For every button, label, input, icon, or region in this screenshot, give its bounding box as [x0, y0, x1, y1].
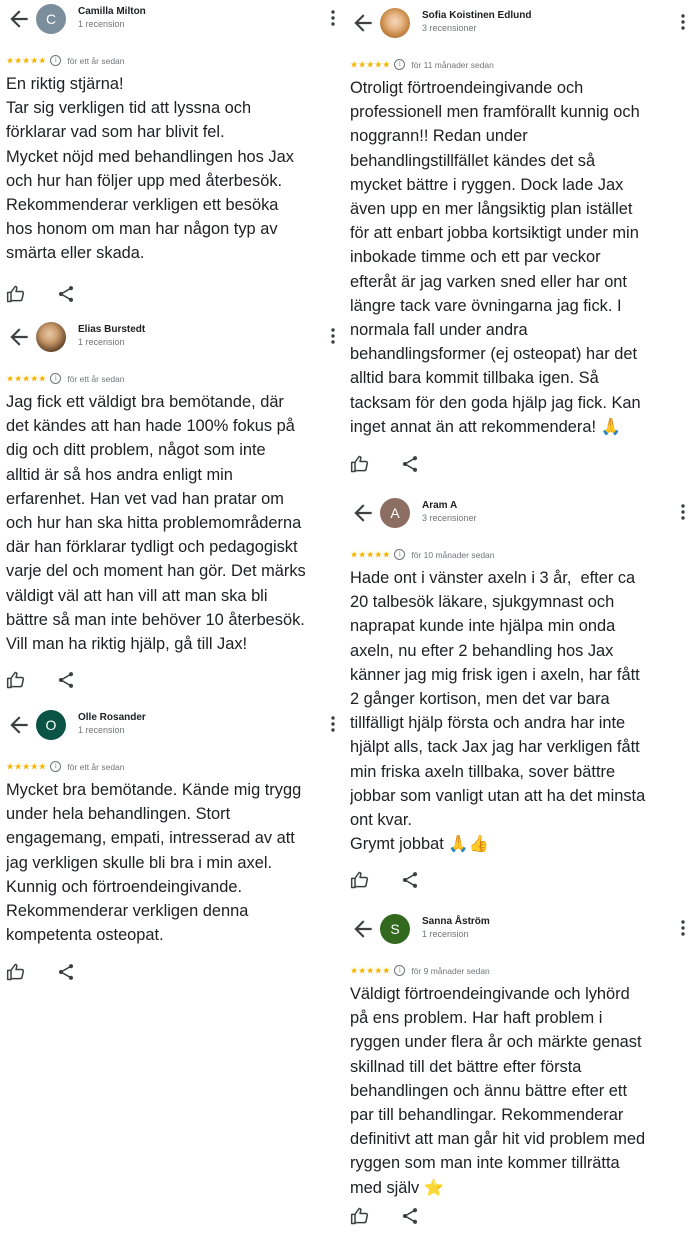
- info-icon[interactable]: i: [394, 549, 406, 561]
- review-actions: [350, 1206, 470, 1230]
- more-vert-icon[interactable]: [326, 326, 340, 346]
- review-header: O Olle Rosander 1 recension: [6, 706, 340, 746]
- review-time: för ett år sedan: [67, 373, 125, 384]
- review-time: för 10 månader sedan: [411, 549, 495, 560]
- review-card: A Aram A 3 recensioner ★★★★★ i för 10 måna…: [350, 494, 690, 894]
- thumb-up-icon[interactable]: [6, 284, 26, 304]
- more-vert-icon[interactable]: [326, 8, 340, 28]
- arrow-left-icon[interactable]: [6, 324, 32, 350]
- review-card: C Camilla Milton 1 recension ★★★★★ i för e…: [6, 0, 340, 310]
- info-icon[interactable]: i: [50, 373, 62, 385]
- review-time: för 11 månader sedan: [411, 59, 494, 70]
- share-icon[interactable]: [400, 1206, 420, 1226]
- arrow-left-icon[interactable]: [350, 500, 376, 526]
- review-count: 3 recensioner: [422, 513, 477, 523]
- info-icon[interactable]: i: [50, 761, 62, 773]
- review-count: 1 recension: [422, 929, 469, 939]
- arrow-left-icon[interactable]: [350, 10, 376, 36]
- review-text: Jag fick ett väldigt bra bemötande, där …: [6, 393, 306, 654]
- review-header: S Sanna Åström 1 recension: [350, 910, 690, 950]
- thumb-up-icon[interactable]: [350, 870, 370, 890]
- star-rating: ★★★★★: [6, 761, 47, 772]
- share-icon[interactable]: [400, 870, 420, 890]
- thumb-up-icon[interactable]: [350, 1206, 370, 1226]
- avatar[interactable]: A: [380, 498, 410, 528]
- review-card: O Olle Rosander 1 recension ★★★★★ i för et…: [6, 706, 340, 986]
- star-rating: ★★★★★: [6, 55, 47, 66]
- reviewer-name[interactable]: Aram A: [422, 500, 457, 511]
- review-card: Sofia Koistinen Edlund 3 recensioner ★★★…: [350, 4, 690, 482]
- arrow-left-icon[interactable]: [6, 712, 32, 738]
- info-icon[interactable]: i: [50, 55, 62, 67]
- review-meta: ★★★★★ i för ett år sedan: [6, 52, 340, 67]
- star-rating: ★★★★★: [350, 59, 391, 70]
- avatar[interactable]: O: [36, 710, 66, 740]
- avatar[interactable]: S: [380, 914, 410, 944]
- review-meta: ★★★★★ i för ett år sedan: [6, 370, 340, 385]
- share-icon[interactable]: [56, 284, 76, 304]
- reviewer-name[interactable]: Sanna Åström: [422, 916, 490, 927]
- review-actions: [6, 962, 126, 986]
- review-text: Mycket bra bemötande. Kände mig trygg un…: [6, 781, 302, 945]
- star-rating: ★★★★★: [350, 965, 391, 976]
- review-actions: [6, 284, 126, 308]
- more-vert-icon[interactable]: [676, 502, 690, 522]
- more-vert-icon[interactable]: [326, 714, 340, 734]
- review-text: En riktig stjärna! Tar sig verkligen tid…: [6, 75, 294, 263]
- review-header: C Camilla Milton 1 recension: [6, 0, 340, 40]
- review-time: för ett år sedan: [67, 55, 125, 66]
- thumb-up-icon[interactable]: [6, 962, 26, 982]
- arrow-left-icon[interactable]: [350, 916, 376, 942]
- review-meta: ★★★★★ i för 11 månader sedan: [350, 56, 690, 71]
- reviewer-name[interactable]: Elias Burstedt: [78, 324, 145, 335]
- review-card: S Sanna Åström 1 recension ★★★★★ i för 9 m…: [350, 910, 690, 1232]
- reviewer-name[interactable]: Sofia Koistinen Edlund: [422, 10, 531, 21]
- more-vert-icon[interactable]: [676, 918, 690, 938]
- review-meta: ★★★★★ i för ett år sedan: [6, 758, 340, 773]
- avatar[interactable]: [380, 8, 410, 38]
- review-actions: [6, 670, 126, 694]
- share-icon[interactable]: [400, 454, 420, 474]
- star-rating: ★★★★★: [350, 549, 391, 560]
- thumb-up-icon[interactable]: [6, 670, 26, 690]
- review-meta: ★★★★★ i för 10 månader sedan: [350, 546, 690, 561]
- review-text: Otroligt förtroendeingivande och profess…: [350, 79, 641, 436]
- reviewer-name[interactable]: Olle Rosander: [78, 712, 146, 723]
- review-count: 1 recension: [78, 725, 125, 735]
- review-time: för ett år sedan: [67, 761, 125, 772]
- review-count: 3 recensioner: [422, 23, 477, 33]
- reviewer-name[interactable]: Camilla Milton: [78, 6, 146, 17]
- review-text: Väldigt förtroendeingivande och lyhörd p…: [350, 985, 646, 1197]
- review-text: Hade ont i vänster axeln i 3 år, efter c…: [350, 569, 646, 854]
- review-meta: ★★★★★ i för 9 månader sedan: [350, 962, 690, 977]
- review-actions: [350, 870, 470, 894]
- share-icon[interactable]: [56, 670, 76, 690]
- review-header: A Aram A 3 recensioner: [350, 494, 690, 534]
- review-actions: [350, 454, 470, 478]
- avatar[interactable]: [36, 322, 66, 352]
- thumb-up-icon[interactable]: [350, 454, 370, 474]
- share-icon[interactable]: [56, 962, 76, 982]
- review-header: Sofia Koistinen Edlund 3 recensioner: [350, 4, 690, 44]
- review-count: 1 recension: [78, 19, 125, 29]
- arrow-left-icon[interactable]: [6, 6, 32, 32]
- review-card: Elias Burstedt 1 recension ★★★★★ i för ett…: [6, 318, 340, 698]
- star-rating: ★★★★★: [6, 373, 47, 384]
- info-icon[interactable]: i: [394, 965, 406, 977]
- review-header: Elias Burstedt 1 recension: [6, 318, 340, 358]
- more-vert-icon[interactable]: [676, 12, 690, 32]
- review-time: för 9 månader sedan: [411, 965, 490, 976]
- avatar[interactable]: C: [36, 4, 66, 34]
- info-icon[interactable]: i: [394, 59, 406, 71]
- review-count: 1 recension: [78, 337, 125, 347]
